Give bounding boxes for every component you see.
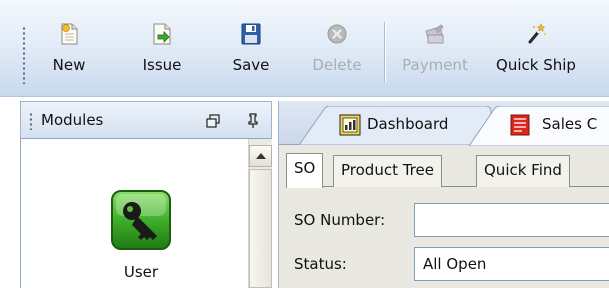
status-label: Status:	[294, 255, 347, 273]
tab-so[interactable]: SO	[286, 153, 324, 188]
payment-icon	[425, 24, 444, 44]
tab-product-tree[interactable]: Product Tree	[333, 155, 442, 187]
new-button[interactable]: New	[44, 18, 94, 86]
status-select[interactable]: All Open	[414, 247, 609, 281]
delete-button-label: Delete	[312, 56, 362, 74]
modules-panel-body: User	[20, 139, 272, 288]
key-icon	[111, 190, 171, 250]
issue-button-label: Issue	[142, 56, 182, 74]
save-button-label: Save	[232, 56, 270, 74]
delete-icon	[327, 24, 347, 44]
main-content-area: Dashboard Sales C SO Product Tree Quick …	[278, 101, 609, 288]
modules-panel-header: Modules	[20, 101, 272, 139]
new-button-label: New	[52, 56, 86, 74]
new-document-icon	[61, 23, 78, 45]
document-tab-strip: Dashboard Sales C	[279, 101, 609, 146]
panel-grip[interactable]	[29, 112, 33, 130]
so-number-label: SO Number:	[294, 211, 386, 229]
toolbar-grip[interactable]	[22, 26, 26, 84]
module-item-user-label: User	[123, 263, 159, 281]
module-item-user[interactable]: User	[101, 189, 181, 281]
floppy-disk-icon	[241, 23, 261, 45]
tab-sales-order[interactable]: Sales C	[469, 106, 609, 146]
toolbar-separator	[384, 22, 386, 82]
sales-order-icon	[510, 114, 530, 136]
delete-button[interactable]: Delete	[306, 18, 368, 86]
quick-ship-button[interactable]: Quick Ship	[488, 18, 584, 86]
modules-panel-title: Modules	[41, 111, 104, 129]
main-toolbar: New Issue Save Delete Payment Quick Ship	[0, 0, 609, 97]
payment-button-label: Payment	[402, 56, 468, 74]
tab-quick-find[interactable]: Quick Find	[476, 155, 570, 187]
so-tab-strip: SO Product Tree Quick Find	[286, 153, 609, 188]
scroll-up-arrow-icon	[256, 153, 266, 159]
scroll-thumb[interactable]	[249, 169, 272, 288]
pin-icon[interactable]	[247, 113, 259, 129]
issue-document-icon	[153, 23, 171, 45]
payment-button[interactable]: Payment	[392, 18, 478, 86]
save-button[interactable]: Save	[224, 18, 278, 86]
modules-scrollbar[interactable]	[248, 139, 272, 288]
tab-dashboard-label: Dashboard	[367, 115, 449, 133]
quick-ship-button-label: Quick Ship	[496, 56, 576, 74]
float-window-icon[interactable]	[206, 114, 220, 128]
scroll-up-button[interactable]	[249, 145, 272, 167]
magic-wand-icon	[528, 23, 546, 44]
tab-sales-order-label: Sales C	[542, 115, 598, 133]
so-number-field[interactable]	[414, 203, 609, 237]
issue-button[interactable]: Issue	[132, 18, 192, 86]
dashboard-icon	[339, 114, 361, 136]
